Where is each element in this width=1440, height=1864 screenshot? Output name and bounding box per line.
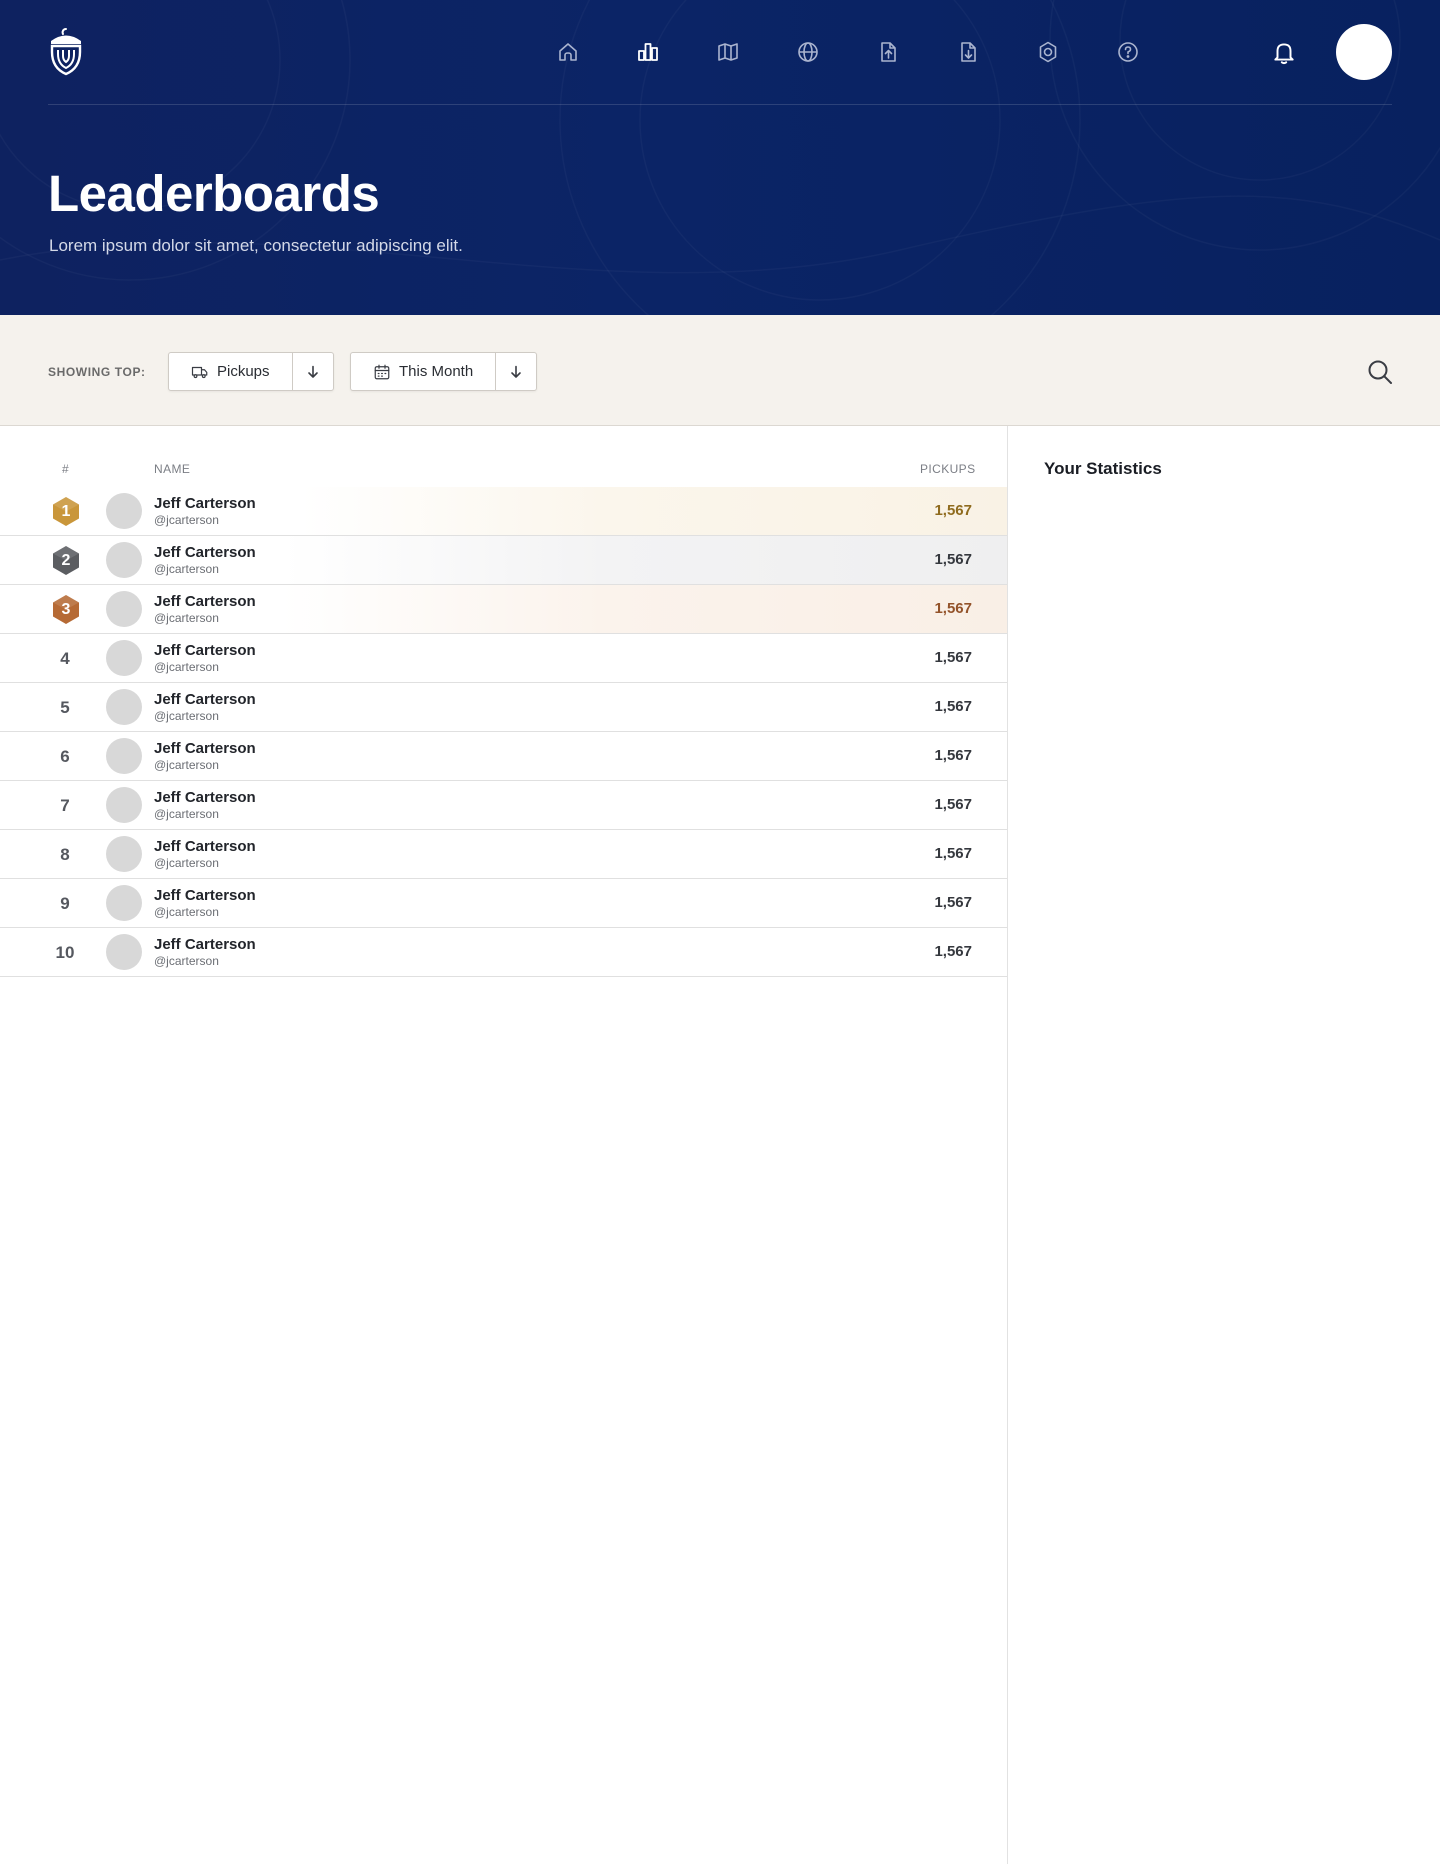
table-row[interactable]: 2 Jeff Carterson @jcarterson 1,567 <box>0 536 1007 585</box>
rank-number: 9 <box>60 894 70 913</box>
user-handle: @jcarterson <box>154 709 219 723</box>
pickups-value: 1,567 <box>934 796 972 813</box>
rank-number: 6 <box>60 747 70 766</box>
user-name[interactable]: Jeff Carterson <box>154 593 256 610</box>
nav-file-upload-icon[interactable] <box>870 34 906 70</box>
column-header-rank: # <box>62 462 70 476</box>
gold-medal-badge: 1 <box>51 496 81 527</box>
rank-number: 10 <box>55 943 75 962</box>
user-name[interactable]: Jeff Carterson <box>154 887 256 904</box>
showing-top-label: SHOWING TOP: <box>48 365 146 379</box>
user-name[interactable]: Jeff Carterson <box>154 740 256 757</box>
panel-divider <box>1007 426 1008 1864</box>
nav-leaderboard-icon[interactable] <box>630 34 666 70</box>
user-handle: @jcarterson <box>154 562 219 576</box>
pickups-value: 1,567 <box>934 894 972 911</box>
notifications-bell-icon[interactable] <box>1266 34 1302 70</box>
metric-dropdown-label: Pickups <box>217 363 270 380</box>
user-handle: @jcarterson <box>154 513 219 527</box>
rank-number: 7 <box>60 796 70 815</box>
table-row[interactable]: 1 Jeff Carterson @jcarterson 1,567 <box>0 487 1007 536</box>
table-row[interactable]: 4 Jeff Carterson @jcarterson 1,567 <box>0 634 1007 683</box>
page-title: Leaderboards <box>48 165 380 222</box>
pickups-value: 1,567 <box>934 747 972 764</box>
pickups-value: 1,567 <box>934 943 972 960</box>
your-statistics-title: Your Statistics <box>1044 459 1162 478</box>
user-avatar-placeholder[interactable] <box>106 885 142 921</box>
user-avatar-placeholder[interactable] <box>106 787 142 823</box>
user-name[interactable]: Jeff Carterson <box>154 789 256 806</box>
pickups-value: 1,567 <box>934 698 972 715</box>
metric-dropdown[interactable]: Pickups <box>168 352 334 391</box>
table-row[interactable]: 5 Jeff Carterson @jcarterson 1,567 <box>0 683 1007 732</box>
user-name[interactable]: Jeff Carterson <box>154 495 256 512</box>
user-handle: @jcarterson <box>154 758 219 772</box>
user-avatar-placeholder[interactable] <box>106 689 142 725</box>
user-handle: @jcarterson <box>154 856 219 870</box>
user-avatar-placeholder[interactable] <box>106 493 142 529</box>
table-row[interactable]: 7 Jeff Carterson @jcarterson 1,567 <box>0 781 1007 830</box>
column-header-metric[interactable]: PICKUPS <box>920 462 975 476</box>
user-name[interactable]: Jeff Carterson <box>154 838 256 855</box>
table-row[interactable]: 6 Jeff Carterson @jcarterson 1,567 <box>0 732 1007 781</box>
rank-number: 8 <box>60 845 70 864</box>
period-dropdown[interactable]: This Month <box>350 352 538 391</box>
table-row[interactable]: 10 Jeff Carterson @jcarterson 1,567 <box>0 928 1007 977</box>
page-subtitle: Lorem ipsum dolor sit amet, consectetur … <box>49 236 463 255</box>
period-dropdown-label: This Month <box>399 363 474 380</box>
bronze-medal-badge: 3 <box>51 594 81 625</box>
search-icon[interactable] <box>1364 356 1396 388</box>
user-avatar-placeholder[interactable] <box>106 542 142 578</box>
user-name[interactable]: Jeff Carterson <box>154 544 256 561</box>
user-handle: @jcarterson <box>154 807 219 821</box>
acorn-logo-icon[interactable] <box>48 26 84 76</box>
period-dropdown-button[interactable]: This Month <box>351 353 495 390</box>
user-handle: @jcarterson <box>154 954 219 968</box>
user-name[interactable]: Jeff Carterson <box>154 691 256 708</box>
nav-map-icon[interactable] <box>710 34 746 70</box>
user-avatar-placeholder[interactable] <box>106 738 142 774</box>
column-header-name: NAME <box>154 462 191 476</box>
rank-number: 1 <box>61 502 71 520</box>
silver-medal-badge: 2 <box>51 545 81 576</box>
pickups-value: 1,567 <box>934 600 972 617</box>
rank-number: 4 <box>60 649 70 668</box>
nav-home-icon[interactable] <box>550 34 586 70</box>
truck-icon <box>191 366 208 378</box>
nav-settings-icon[interactable] <box>1030 34 1066 70</box>
user-handle: @jcarterson <box>154 905 219 919</box>
table-row[interactable]: 3 Jeff Carterson @jcarterson 1,567 <box>0 585 1007 634</box>
nav-globe-icon[interactable] <box>790 34 826 70</box>
user-name[interactable]: Jeff Carterson <box>154 936 256 953</box>
user-avatar-placeholder[interactable] <box>106 640 142 676</box>
pickups-value: 1,567 <box>934 551 972 568</box>
rank-number: 2 <box>61 551 71 569</box>
pickups-value: 1,567 <box>934 845 972 862</box>
nav-help-icon[interactable] <box>1110 34 1146 70</box>
pickups-value: 1,567 <box>934 649 972 666</box>
user-avatar-placeholder[interactable] <box>106 836 142 872</box>
user-handle: @jcarterson <box>154 660 219 674</box>
nav-file-download-icon[interactable] <box>950 34 986 70</box>
page-header: Leaderboards Lorem ipsum dolor sit amet,… <box>0 0 1440 315</box>
user-name[interactable]: Jeff Carterson <box>154 642 256 659</box>
rank-number: 5 <box>60 698 70 717</box>
period-sort-arrow-icon[interactable] <box>495 353 536 390</box>
user-avatar[interactable] <box>1336 24 1392 80</box>
table-row[interactable]: 9 Jeff Carterson @jcarterson 1,567 <box>0 879 1007 928</box>
user-avatar-placeholder[interactable] <box>106 591 142 627</box>
calendar-icon <box>374 364 390 379</box>
metric-sort-arrow-icon[interactable] <box>291 353 333 390</box>
user-handle: @jcarterson <box>154 611 219 625</box>
pickups-value: 1,567 <box>934 502 972 519</box>
rank-number: 3 <box>61 600 71 618</box>
metric-dropdown-button[interactable]: Pickups <box>169 353 292 390</box>
top-navigation-bar <box>48 0 1392 105</box>
user-avatar-placeholder[interactable] <box>106 934 142 970</box>
leaderboard-rows: 1 Jeff Carterson @jcarterson 1,567 2 Jef… <box>0 487 1007 977</box>
table-row[interactable]: 8 Jeff Carterson @jcarterson 1,567 <box>0 830 1007 879</box>
